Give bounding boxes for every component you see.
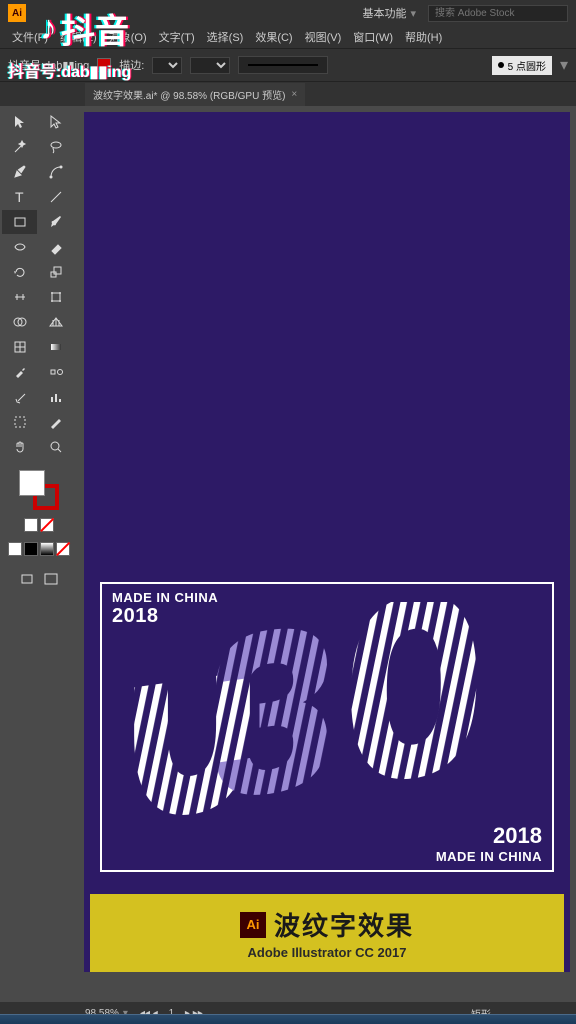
- slice-tool[interactable]: [38, 410, 73, 434]
- color-mode-btn[interactable]: [24, 518, 38, 532]
- fill-stroke-controls: [2, 460, 76, 594]
- mesh-tool[interactable]: [2, 335, 37, 359]
- curvature-tool[interactable]: [38, 160, 73, 184]
- tutorial-banner: Ai 波纹字效果 Adobe Illustrator CC 2017: [90, 894, 564, 972]
- brush-preview[interactable]: [238, 56, 328, 74]
- artboard[interactable]: MADE IN CHINA 2018: [84, 112, 570, 972]
- menu-object[interactable]: 对象(O): [105, 27, 151, 47]
- eyedropper-tool[interactable]: [2, 360, 37, 384]
- type-tool[interactable]: T: [2, 185, 37, 209]
- stroke-profile-select[interactable]: [190, 57, 230, 74]
- swatch-white[interactable]: [8, 542, 22, 556]
- menu-file[interactable]: 文件(F): [8, 27, 52, 47]
- svg-text:T: T: [15, 189, 24, 205]
- account-overlay-label: 抖音号:dab▮▮ing: [8, 57, 89, 73]
- none-mode-btn[interactable]: [40, 518, 54, 532]
- brush-dot-icon: [498, 62, 504, 68]
- document-tab[interactable]: 波纹字效果.ai* @ 98.58% (RGB/GPU 预览) ×: [85, 83, 305, 106]
- swatch-none[interactable]: [56, 542, 70, 556]
- banner-title: 波纹字效果: [274, 906, 414, 943]
- close-icon[interactable]: ×: [291, 89, 297, 100]
- rotate-tool[interactable]: [2, 260, 37, 284]
- zoom-tool[interactable]: [38, 435, 73, 459]
- document-tab-title: 波纹字效果.ai* @ 98.58% (RGB/GPU 预览): [93, 87, 285, 102]
- symbol-sprayer-tool[interactable]: [2, 385, 37, 409]
- screen-mode-normal[interactable]: [16, 570, 38, 588]
- stock-search-input[interactable]: [428, 5, 568, 22]
- screen-mode-full[interactable]: [40, 570, 62, 588]
- swatch-black[interactable]: [24, 542, 38, 556]
- menu-help[interactable]: 帮助(H): [401, 27, 446, 47]
- column-graph-tool[interactable]: [38, 385, 73, 409]
- document-tab-bar: 波纹字效果.ai* @ 98.58% (RGB/GPU 预览) ×: [0, 82, 576, 106]
- menu-effect[interactable]: 效果(C): [251, 27, 296, 47]
- application-bar: Ai 基本功能 ▾: [0, 0, 576, 26]
- hand-tool[interactable]: [2, 435, 37, 459]
- fill-swatch[interactable]: [19, 470, 45, 496]
- workspace: T: [0, 106, 576, 1002]
- banner-subtitle: Adobe Illustrator CC 2017: [248, 945, 407, 960]
- workspace-dropdown-icon[interactable]: ▾: [410, 7, 416, 20]
- lasso-tool[interactable]: [38, 135, 73, 159]
- artboard-tool[interactable]: [2, 410, 37, 434]
- shape-builder-tool[interactable]: [2, 310, 37, 334]
- menu-view[interactable]: 视图(V): [301, 27, 346, 47]
- shaper-tool[interactable]: [2, 235, 37, 259]
- brush-type-display[interactable]: 5 点圆形: [492, 56, 552, 75]
- blend-tool[interactable]: [38, 360, 73, 384]
- menu-bar: 文件(F) 编辑(E) 对象(O) 文字(T) 选择(S) 效果(C) 视图(V…: [0, 26, 576, 48]
- paintbrush-tool[interactable]: [38, 210, 73, 234]
- control-bar: 抖音号:dab▮▮ing 描边: 5 点圆形 ▾: [0, 48, 576, 82]
- swatch-gradient[interactable]: [40, 542, 54, 556]
- rectangle-tool[interactable]: [2, 210, 37, 234]
- perspective-grid-tool[interactable]: [38, 310, 73, 334]
- free-transform-tool[interactable]: [38, 285, 73, 309]
- menu-type[interactable]: 文字(T): [155, 27, 199, 47]
- magic-wand-tool[interactable]: [2, 135, 37, 159]
- menu-select[interactable]: 选择(S): [203, 27, 248, 47]
- canvas-area[interactable]: MADE IN CHINA 2018: [78, 106, 576, 1002]
- tools-panel: T: [0, 106, 78, 1002]
- scale-tool[interactable]: [38, 260, 73, 284]
- gradient-tool[interactable]: [38, 335, 73, 359]
- windows-taskbar[interactable]: [0, 1014, 576, 1024]
- workspace-switcher[interactable]: 基本功能: [362, 5, 406, 21]
- banner-ai-icon: Ai: [240, 912, 266, 938]
- app-icon-ai: Ai: [8, 4, 26, 22]
- brush-dropdown-icon[interactable]: ▾: [560, 55, 568, 75]
- eraser-tool[interactable]: [38, 235, 73, 259]
- stroke-color-swatch[interactable]: [97, 58, 111, 72]
- width-tool[interactable]: [2, 285, 37, 309]
- menu-edit[interactable]: 编辑(E): [56, 27, 101, 47]
- menu-window[interactable]: 窗口(W): [349, 27, 397, 47]
- stroke-label: 描边:: [119, 57, 144, 73]
- pen-tool[interactable]: [2, 160, 37, 184]
- line-tool[interactable]: [38, 185, 73, 209]
- direct-selection-tool[interactable]: [38, 110, 73, 134]
- selection-tool[interactable]: [2, 110, 37, 134]
- poster-bottom-right-text: 2018 MADE IN CHINA: [436, 823, 542, 864]
- stroke-weight-select[interactable]: [152, 57, 182, 74]
